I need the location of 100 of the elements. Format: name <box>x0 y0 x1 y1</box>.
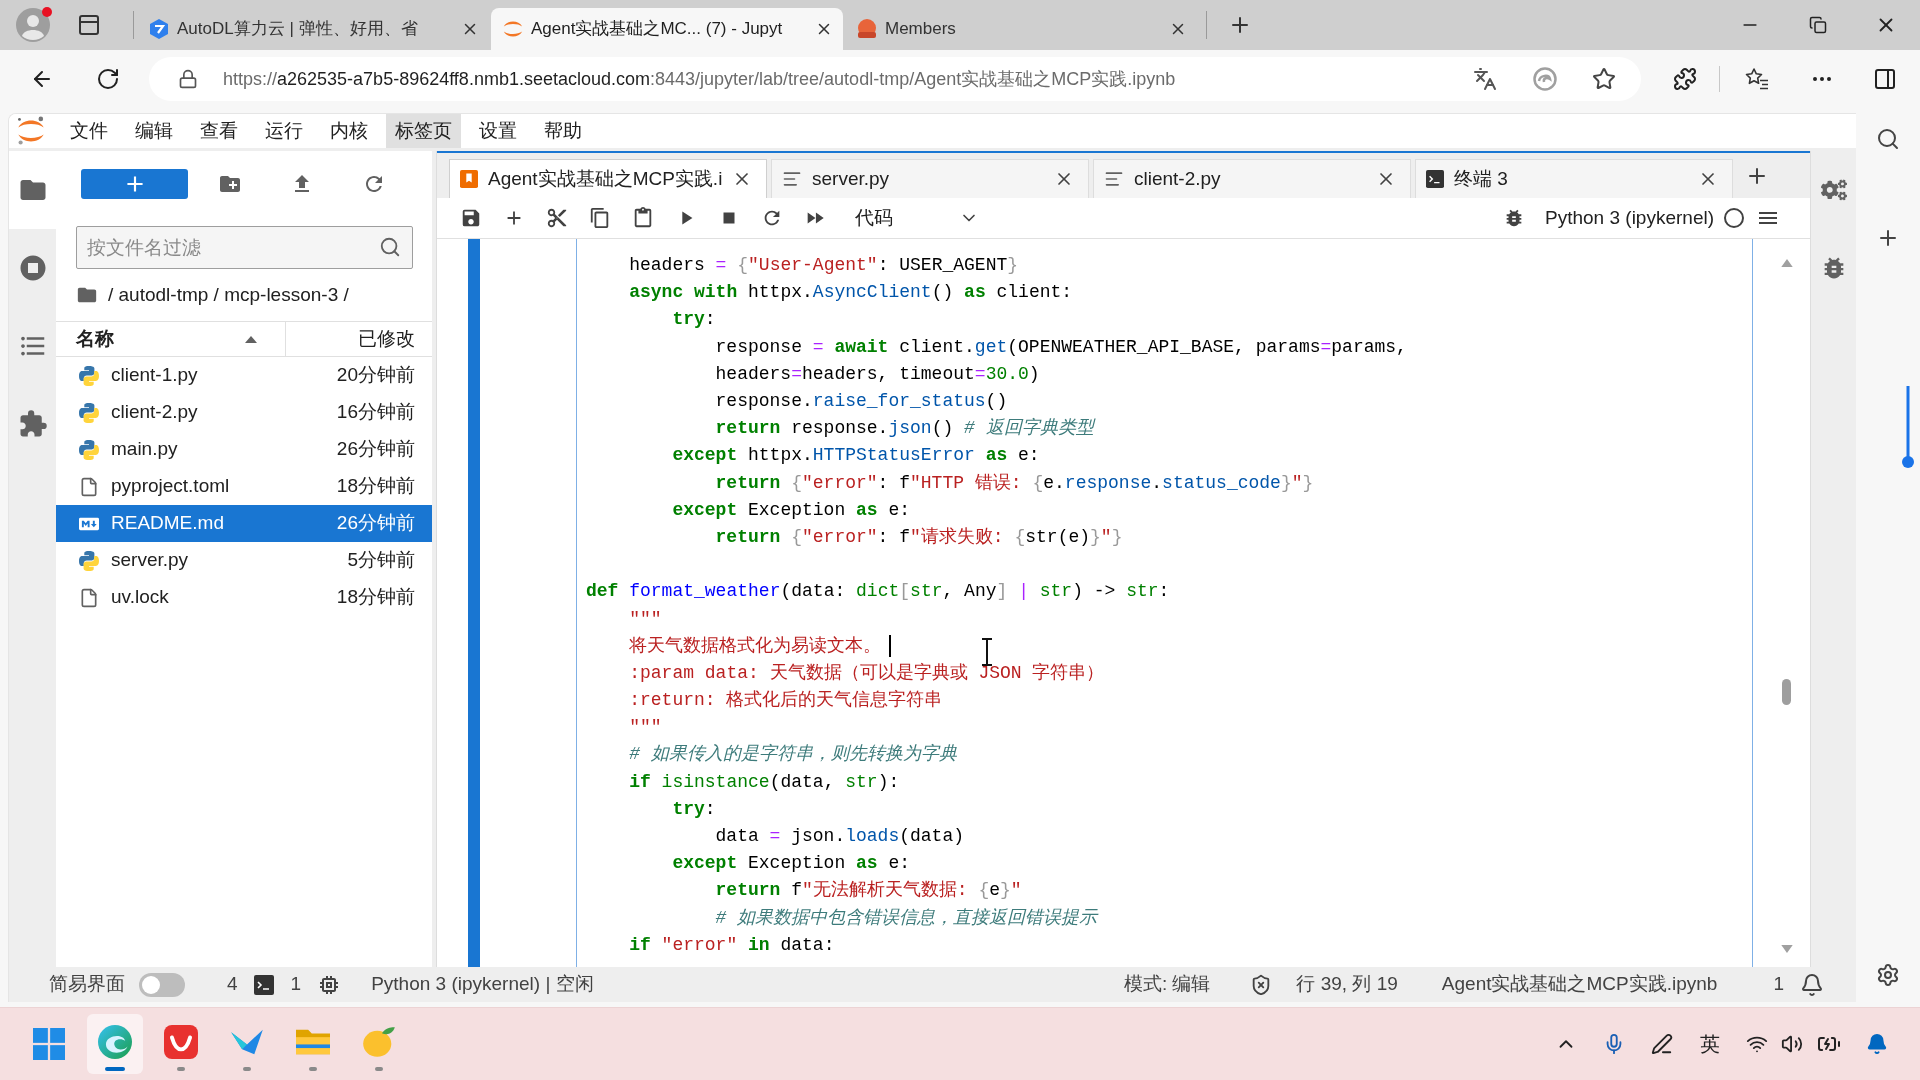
file-row[interactable]: uv.lock 18分钟前 <box>56 579 432 616</box>
code-line: except Exception as e: <box>672 852 911 876</box>
kernel-name-button[interactable]: Python 3 (ipykernel) <box>1545 203 1714 233</box>
browser-tab[interactable]: AutoDL算力云 | 弹性、好用、省 <box>137 8 489 50</box>
file-row[interactable]: pyproject.toml 18分钟前 <box>56 468 432 505</box>
profile-avatar-icon[interactable] <box>16 8 50 42</box>
code-line: if isinstance(data, str): <box>629 770 900 794</box>
modified-time: 16分钟前 <box>336 400 415 425</box>
notification-count: 1 <box>1773 972 1784 997</box>
input-method-indicator[interactable]: 英 <box>1700 1029 1720 1059</box>
notebook-tab[interactable]: Agent实战基础之MCP实践.i <box>449 159 767 198</box>
file-name: README.md <box>111 511 224 536</box>
column-header[interactable]: 名称 <box>56 322 286 356</box>
kernel-status[interactable]: Python 3 (ipykernel) | 空闲 <box>371 970 594 999</box>
code-line: if "error" in data: <box>629 933 835 957</box>
file-row[interactable]: main.py 26分钟前 <box>56 431 432 468</box>
scroll-up-icon[interactable] <box>1780 259 1793 267</box>
file-name: server.py <box>111 548 189 573</box>
sort-caret-icon <box>245 335 257 343</box>
extensions-icon[interactable] <box>1673 67 1697 91</box>
code-line: data = json.loads(data) <box>715 825 965 849</box>
text-file-icon <box>1104 169 1124 189</box>
code-line: async with httpx.AsyncClient() as client: <box>629 281 1073 305</box>
swirl-app-icon <box>98 1025 132 1059</box>
file-row[interactable]: client-2.py 16分钟前 <box>56 394 432 431</box>
lock-icon[interactable] <box>178 69 198 89</box>
settings-icon[interactable] <box>1876 963 1900 987</box>
code-line: return {"error": f"HTTP 错误: {e.response.status_code}"} <box>715 471 1314 495</box>
restore-icon[interactable] <box>1809 16 1827 34</box>
scroll-down-icon[interactable] <box>1780 945 1793 953</box>
modified-time: 20分钟前 <box>336 363 415 388</box>
notebook-tab[interactable]: client-2.py <box>1093 159 1411 198</box>
file-name: main.py <box>111 437 178 462</box>
menu-item[interactable]: 编辑 <box>126 114 182 148</box>
cell-type-select[interactable]: 代码 <box>845 203 987 233</box>
sunset-favicon-icon <box>857 19 877 39</box>
python-file-icon <box>79 550 99 571</box>
sidebar-icon[interactable] <box>1873 67 1897 91</box>
menu-item[interactable]: 查看 <box>191 114 247 148</box>
menu-item[interactable]: 文件 <box>61 114 117 148</box>
notebook-tab[interactable]: server.py <box>771 159 1089 198</box>
code-line: :return: 格式化后的天气信息字符串 <box>629 689 943 713</box>
menu-item[interactable]: 帮助 <box>535 114 591 148</box>
code-line: return response.json() # 返回字典类型 <box>715 417 1094 441</box>
text-cursor-icon <box>981 638 993 666</box>
menu-item[interactable]: 设置 <box>470 114 526 148</box>
file-row[interactable]: server.py 5分钟前 <box>56 542 432 579</box>
browser-tab[interactable]: Agent实战基础之MC... (7) - Jupyt <box>491 8 843 50</box>
swirl-icon[interactable] <box>1533 67 1557 91</box>
taskbar-button[interactable] <box>87 1014 143 1074</box>
code-line: try: <box>672 797 716 821</box>
toggle-switch[interactable] <box>139 972 185 997</box>
code-line: # 如果数据中包含错误信息，直接返回错误提示 <box>715 906 1098 930</box>
fruit-app-icon <box>362 1025 396 1059</box>
translate-icon[interactable] <box>1473 67 1497 91</box>
gears-icon[interactable] <box>1820 177 1847 203</box>
tab-actions-icon[interactable] <box>77 13 101 37</box>
file-row[interactable]: client-1.py 20分钟前 <box>56 357 432 394</box>
favorites-icon[interactable] <box>1745 67 1769 91</box>
modified-time: 5分钟前 <box>347 548 415 573</box>
browser-tab[interactable]: Members <box>845 8 1197 50</box>
code-line: except Exception as e: <box>672 498 911 522</box>
copy-icon[interactable] <box>588 207 611 229</box>
menu-item[interactable]: 内核 <box>321 114 377 148</box>
office-app-icon <box>164 1025 198 1059</box>
code-line: return f"无法解析天气数据: {e}" <box>715 879 1022 903</box>
column-header[interactable]: 已修改 <box>286 322 432 356</box>
code-line: headers = {"User-Agent": USER_AGENT} <box>629 254 1019 278</box>
notebook-tab[interactable]: 终端 3 <box>1415 159 1733 198</box>
scissors-icon[interactable] <box>545 207 568 229</box>
notification-bell-icon[interactable] <box>1866 1033 1888 1055</box>
star-icon[interactable] <box>1592 67 1616 91</box>
bell-icon[interactable] <box>1800 972 1824 997</box>
slider-handle-icon[interactable] <box>1902 386 1914 470</box>
editor-mode: 模式: 编辑 <box>1123 972 1211 997</box>
arcs-favicon-icon <box>503 19 523 39</box>
file-icon <box>79 587 99 608</box>
cursor-position[interactable]: 行 39, 列 19 <box>1296 970 1398 999</box>
sidebar-tab[interactable] <box>9 151 56 229</box>
code-line: response = await client.get(OPENWEATHER_API_BASE, params=params, <box>715 335 1407 359</box>
reload-icon[interactable] <box>96 67 120 91</box>
file-row[interactable]: README.md 26分钟前 <box>56 505 432 542</box>
modified-time: 18分钟前 <box>336 585 415 610</box>
code-line: """ <box>629 607 662 631</box>
menu-item[interactable]: 标签页 <box>386 114 461 148</box>
filter-field[interactable]: 按文件名过滤 <box>76 226 413 269</box>
terminal-icon[interactable] <box>253 974 274 995</box>
volume-icon[interactable] <box>1781 1033 1803 1055</box>
code-line: def format_weather(data: dict[str, Any] | str) -> str: <box>586 580 1170 604</box>
modified-time: 26分钟前 <box>336 511 415 536</box>
notebook-icon <box>460 170 478 188</box>
scroll-thumb[interactable] <box>1782 679 1791 705</box>
search-icon[interactable] <box>379 236 401 258</box>
start-icon[interactable] <box>33 1028 65 1060</box>
pen-icon[interactable] <box>1651 1033 1673 1055</box>
code-line: # 如果传入的是字符串，则先转换为字典 <box>629 743 957 767</box>
menu-item[interactable]: 运行 <box>256 114 312 148</box>
file-name: uv.lock <box>111 585 169 610</box>
breadcrumb-path[interactable]: / autodl-tmp / mcp-lesson-3 / <box>108 280 349 310</box>
search-icon[interactable] <box>1876 127 1900 151</box>
